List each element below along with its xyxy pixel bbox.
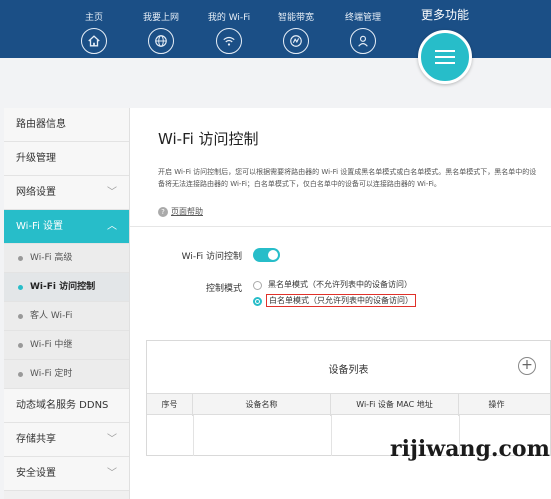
sidebar-item-router-info[interactable]: 路由器信息: [4, 108, 129, 142]
chevron-down-icon: ﹀: [107, 187, 117, 198]
column-header-index: 序号: [147, 394, 193, 416]
whitelist-mode-label[interactable]: 白名单模式（只允许列表中的设备访问）: [266, 294, 416, 307]
user-icon: [350, 28, 376, 54]
nav-label-wifi: 我的 Wi-Fi: [207, 13, 251, 23]
nav-label-bandwidth: 智能带宽: [277, 13, 314, 23]
sidebar-subitem-label: Wi-Fi 高级: [30, 253, 73, 263]
sidebar-item-storage[interactable]: 存储共享 ﹀: [4, 423, 129, 457]
chevron-up-icon: ︿: [107, 221, 117, 232]
whitelist-mode-radio[interactable]: [253, 297, 262, 306]
toggle-knob: [268, 250, 278, 260]
sidebar-subitem-label: Wi-Fi 中继: [30, 340, 73, 350]
access-control-label: Wi-Fi 访问控制: [181, 252, 242, 262]
question-icon: ?: [158, 206, 168, 217]
table-divider: [193, 415, 194, 456]
sidebar-item-label: 安全设置: [16, 468, 56, 479]
globe-icon: [148, 28, 174, 54]
bandwidth-icon: [283, 28, 309, 54]
bullet-icon: [18, 256, 23, 261]
nav-item-wifi[interactable]: 我的 Wi-Fi: [199, 12, 259, 54]
sidebar-subitem-guest-wifi[interactable]: 客人 Wi-Fi: [4, 302, 129, 331]
sidebar-subitem-label: Wi-Fi 定时: [30, 369, 73, 379]
device-table-header: 序号 设备名称 Wi-Fi 设备 MAC 地址 操作: [147, 393, 550, 416]
sidebar-item-label: 动态域名服务 DDNS: [16, 400, 109, 411]
column-header-action: 操作: [488, 400, 505, 409]
home-icon: [81, 28, 107, 54]
sidebar-item-label: Wi-Fi 设置: [16, 221, 64, 232]
sidebar-item-label: 路由器信息: [16, 119, 66, 130]
sidebar-item-label: 升级管理: [16, 153, 56, 164]
chevron-down-icon: ﹀: [107, 434, 117, 445]
divider: [130, 226, 551, 227]
watermark: rijiwang.com: [390, 436, 550, 462]
sidebar-subitem-wifi-schedule[interactable]: Wi-Fi 定时: [4, 360, 129, 389]
nav-label-devices: 终端管理: [344, 13, 381, 23]
device-list-title: 设备列表: [328, 365, 369, 376]
sidebar-subitem-wifi-repeater[interactable]: Wi-Fi 中继: [4, 331, 129, 360]
wifi-icon: [216, 28, 242, 54]
sidebar-item-wifi-settings[interactable]: Wi-Fi 设置 ︿: [4, 210, 129, 244]
blacklist-mode-radio[interactable]: [253, 281, 262, 290]
more-functions-label: 更多功能: [420, 8, 469, 22]
access-control-toggle[interactable]: [253, 248, 280, 262]
add-device-button[interactable]: +: [518, 357, 536, 375]
control-mode-label: 控制模式: [205, 284, 242, 294]
bullet-icon: [18, 343, 23, 348]
sidebar-item-ddns[interactable]: 动态域名服务 DDNS: [4, 389, 129, 423]
sidebar-item-label: 存储共享: [16, 434, 56, 445]
chevron-down-icon: ﹀: [107, 468, 117, 479]
column-header-device-name: 设备名称: [193, 394, 331, 416]
help-link[interactable]: ? 页面帮助: [158, 206, 203, 217]
nav-item-bandwidth[interactable]: 智能带宽: [266, 12, 326, 54]
sidebar-subitem-label: 客人 Wi-Fi: [30, 311, 73, 321]
nav-label-home: 主页: [84, 13, 103, 23]
more-functions-button[interactable]: [418, 30, 472, 84]
bullet-icon: [18, 285, 23, 290]
help-link-label: 页面帮助: [171, 207, 203, 216]
menu-icon: [435, 46, 455, 68]
bullet-icon: [18, 372, 23, 377]
nav-item-internet[interactable]: 我要上网: [131, 12, 191, 54]
sidebar-item-security[interactable]: 安全设置 ﹀: [4, 457, 129, 491]
nav-label-internet: 我要上网: [142, 13, 179, 23]
sidebar-item-label: 网络设置: [16, 187, 56, 198]
nav-item-devices[interactable]: 终端管理: [333, 12, 393, 54]
table-divider: [331, 415, 332, 456]
blacklist-mode-label[interactable]: 黑名单模式（不允许列表中的设备访问）: [268, 279, 412, 290]
sidebar-subitem-wifi-access-control[interactable]: Wi-Fi 访问控制: [4, 273, 129, 302]
sidebar-subitem-label: Wi-Fi 访问控制: [30, 282, 96, 292]
bullet-icon: [18, 314, 23, 319]
column-header-mac: Wi-Fi 设备 MAC 地址: [331, 394, 459, 416]
sidebar-subitem-wifi-advanced[interactable]: Wi-Fi 高级: [4, 244, 129, 273]
sidebar: 路由器信息 升级管理 网络设置 ﹀ Wi-Fi 设置 ︿ Wi-Fi 高级 Wi…: [4, 108, 130, 499]
page-description: 开启 Wi-Fi 访问控制后，您可以根据需要将路由器的 Wi-Fi 设置成黑名单…: [158, 168, 537, 188]
sidebar-item-network[interactable]: 网络设置 ﹀: [4, 176, 129, 210]
nav-item-home[interactable]: 主页: [64, 12, 124, 54]
page-title: Wi-Fi 访问控制: [158, 130, 259, 148]
sidebar-item-upgrade[interactable]: 升级管理: [4, 142, 129, 176]
